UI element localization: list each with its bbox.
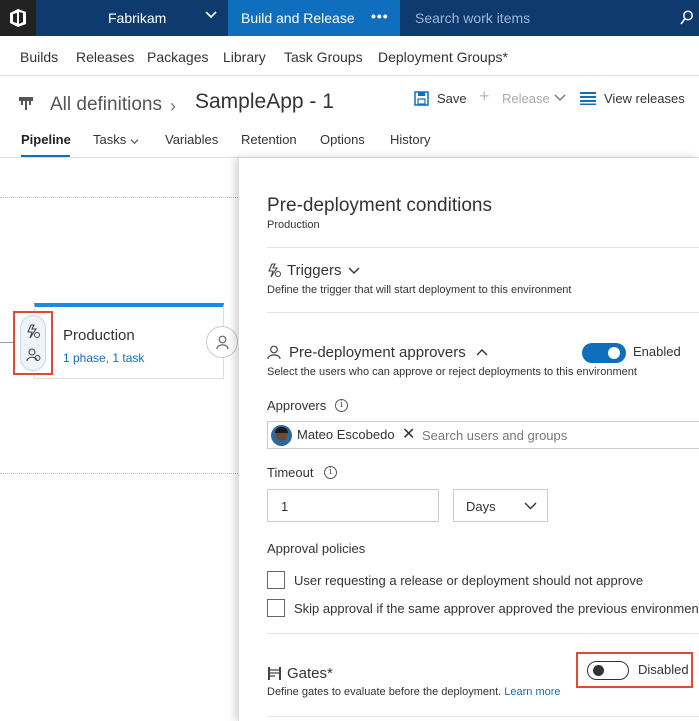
timeout-value: 1 — [281, 499, 289, 514]
search-users-input[interactable]: Search users and groups — [422, 428, 567, 443]
list-icon — [580, 92, 596, 105]
chevron-down-icon[interactable] — [204, 8, 218, 22]
tab-pipeline[interactable]: Pipeline — [21, 132, 71, 147]
environment-name[interactable]: Production — [63, 327, 135, 344]
save-button[interactable]: Save — [437, 91, 467, 106]
approvers-label: Approvers — [267, 398, 327, 413]
person-icon — [267, 345, 281, 360]
tab-options[interactable]: Options — [320, 132, 365, 147]
definition-header: All definitions › SampleApp - 1 Save + R… — [0, 76, 699, 124]
gates-description-text: Define gates to evaluate before the depl… — [267, 686, 502, 698]
toggle-knob — [608, 347, 620, 359]
breadcrumb-all-definitions[interactable]: All definitions — [50, 94, 162, 116]
search-box[interactable]: Search work items — [400, 0, 699, 36]
pre-deployment-pill[interactable] — [20, 315, 46, 371]
hub-label: Build and Release — [241, 10, 355, 26]
environment-summary-link[interactable]: 1 phase, 1 task — [63, 351, 144, 365]
divider — [267, 716, 699, 717]
policy-checkbox-skip-approval[interactable] — [267, 599, 285, 617]
pre-deployment-conditions-button[interactable] — [13, 311, 53, 375]
policy-checkbox-requester[interactable] — [267, 571, 285, 589]
toggle-knob — [593, 665, 604, 676]
gates-toggle-label: Disabled — [638, 662, 689, 677]
subnav-packages[interactable]: Packages — [147, 49, 208, 65]
remove-approver-icon[interactable]: ✕ — [402, 424, 415, 444]
tab-tasks[interactable]: Tasks — [93, 132, 126, 147]
definition-title: SampleApp - 1 — [195, 90, 334, 113]
approvers-picker[interactable]: Mateo Escobedo ✕ Search users and groups — [267, 421, 699, 449]
plus-icon: + — [479, 86, 490, 106]
triggers-description: Define the trigger that will start deplo… — [267, 284, 572, 296]
timeout-label: Timeout — [267, 465, 314, 480]
top-navigation-bar: Fabrikam Build and Release ••• Search wo… — [0, 0, 699, 36]
post-deployment-conditions-button[interactable] — [206, 326, 238, 358]
hub-build-and-release[interactable]: Build and Release ••• — [228, 0, 400, 36]
azure-devops-logo-icon[interactable] — [0, 0, 36, 36]
more-options-icon[interactable]: ••• — [371, 8, 389, 24]
save-icon[interactable] — [414, 91, 429, 106]
gates-heading[interactable]: Gates* — [287, 665, 333, 682]
chevron-down-icon — [524, 502, 537, 510]
subnav-deployment-groups[interactable]: Deployment Groups* — [378, 49, 508, 65]
timeout-unit-dropdown[interactable]: Days — [453, 489, 548, 522]
pre-deployment-conditions-panel: Pre-deployment conditions Production Tri… — [238, 158, 699, 721]
gates-icon — [268, 667, 281, 680]
chevron-down-icon[interactable] — [554, 91, 566, 103]
learn-more-link[interactable]: Learn more — [504, 686, 560, 698]
divider — [0, 473, 238, 474]
active-tab-indicator — [21, 155, 70, 157]
approvers-description: Select the users who can approve or reje… — [267, 366, 637, 378]
policy-label-skip-approval[interactable]: Skip approval if the same approver appro… — [294, 601, 699, 616]
divider — [267, 633, 699, 634]
pre-deployment-approvers-heading[interactable]: Pre-deployment approvers — [289, 344, 466, 361]
chevron-down-icon[interactable] — [348, 266, 360, 276]
hub-subnavigation: Builds Releases Packages Library Task Gr… — [0, 36, 699, 76]
subnav-releases[interactable]: Releases — [76, 49, 134, 65]
organization-name[interactable]: Fabrikam — [108, 10, 166, 26]
gates-toggle[interactable] — [587, 661, 629, 680]
environment-card[interactable]: Production 1 phase, 1 task — [34, 303, 224, 379]
panel-subtitle: Production — [267, 219, 320, 231]
subnav-library[interactable]: Library — [223, 49, 266, 65]
release-pipeline-icon — [19, 97, 33, 110]
trigger-icon — [27, 324, 40, 339]
gates-description: Define gates to evaluate before the depl… — [267, 686, 561, 698]
approver-icon — [26, 348, 41, 362]
approver-name: Mateo Escobedo — [297, 427, 395, 442]
search-input[interactable]: Search work items — [415, 10, 530, 26]
approvers-toggle-label: Enabled — [633, 344, 681, 359]
chevron-down-icon[interactable] — [130, 137, 139, 146]
connector-line — [0, 342, 14, 343]
divider — [267, 247, 699, 248]
gates-toggle-highlight: Disabled — [576, 652, 693, 688]
panel-title: Pre-deployment conditions — [267, 195, 492, 216]
trigger-icon — [268, 263, 281, 278]
avatar — [271, 425, 292, 446]
search-icon[interactable] — [680, 10, 694, 26]
timeout-unit-value: Days — [466, 499, 496, 514]
avatar-hair — [275, 427, 288, 433]
subnav-builds[interactable]: Builds — [20, 49, 58, 65]
view-releases-button[interactable]: View releases — [604, 91, 685, 106]
subnav-task-groups[interactable]: Task Groups — [284, 49, 363, 65]
info-icon[interactable]: i — [335, 399, 348, 412]
pipeline-canvas: Production 1 phase, 1 task — [0, 158, 238, 721]
release-button[interactable]: Release — [502, 91, 550, 106]
definition-tabs: Pipeline Tasks Variables Retention Optio… — [0, 124, 699, 158]
divider — [267, 312, 699, 313]
approvers-toggle[interactable] — [582, 343, 626, 363]
tab-variables[interactable]: Variables — [165, 132, 218, 147]
breadcrumb-separator: › — [170, 96, 176, 116]
person-icon — [216, 335, 229, 350]
approval-policies-label: Approval policies — [267, 541, 366, 556]
info-icon[interactable]: i — [324, 466, 337, 479]
triggers-heading[interactable]: Triggers — [287, 262, 341, 279]
policy-label-requester[interactable]: User requesting a release or deployment … — [294, 573, 643, 588]
tab-history[interactable]: History — [390, 132, 430, 147]
chevron-up-icon[interactable] — [476, 347, 488, 357]
divider — [0, 197, 238, 198]
timeout-input[interactable]: 1 — [267, 489, 439, 522]
tab-retention[interactable]: Retention — [241, 132, 297, 147]
